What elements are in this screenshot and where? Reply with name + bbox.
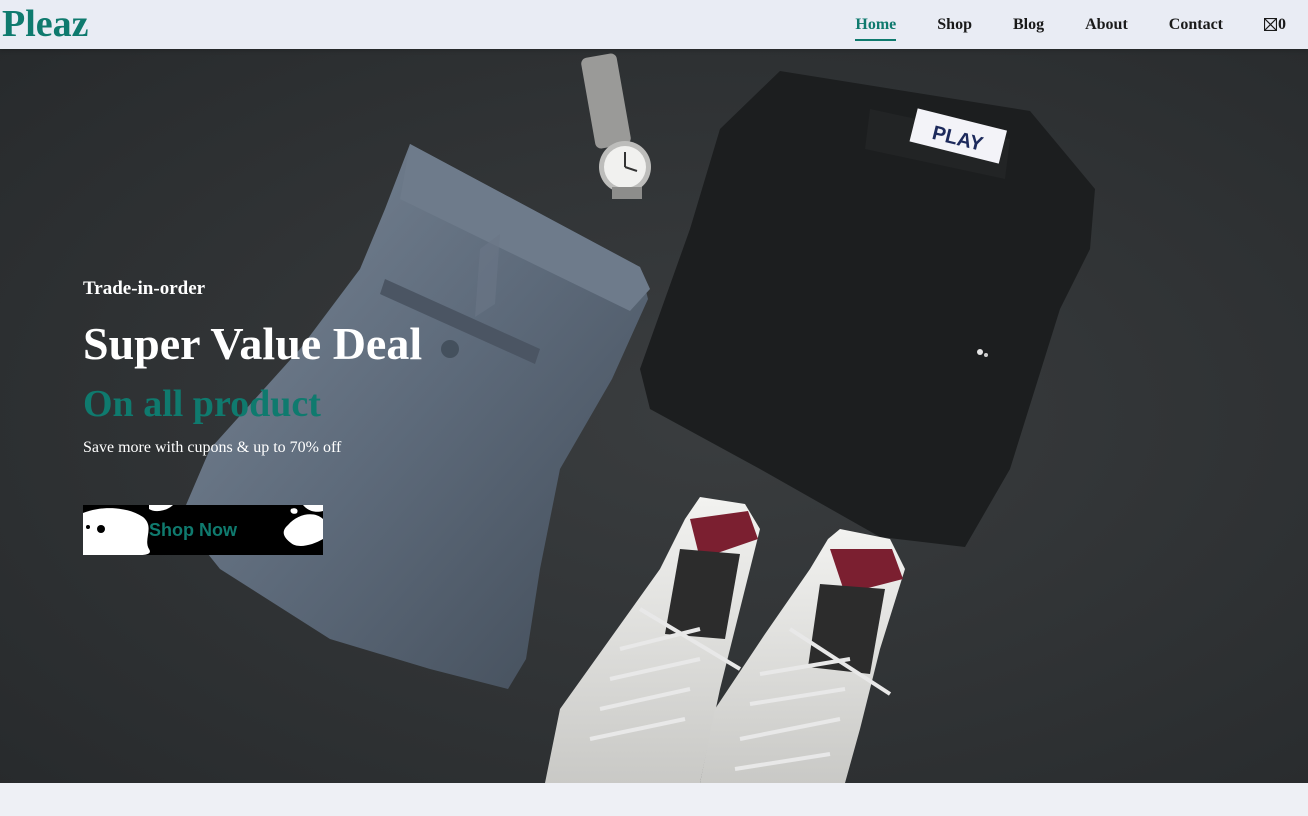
cart-count: 0 — [1278, 15, 1286, 33]
hero-banner: PLAY Trade-in-order Super Value Deal On … — [0, 49, 1308, 783]
cart-button[interactable]: 0 — [1264, 16, 1286, 34]
hero-description: Save more with cupons & up to 70% off — [83, 439, 342, 456]
shop-now-label: Shop Now — [149, 520, 237, 540]
shop-now-button[interactable]: Shop Now — [83, 505, 323, 555]
logo[interactable]: Pleaz — [2, 2, 89, 46]
nav-blog[interactable]: Blog — [1013, 15, 1044, 35]
nav-contact[interactable]: Contact — [1169, 15, 1223, 35]
page-bottom-strip — [0, 783, 1308, 816]
nav-shop[interactable]: Shop — [937, 15, 972, 35]
nav-home[interactable]: Home — [855, 15, 896, 41]
hero-subheadline: On all product — [83, 383, 321, 425]
hero-kicker: Trade-in-order — [83, 278, 206, 299]
navbar: Pleaz Home Shop Blog About Contact 0 — [0, 0, 1308, 49]
hero-text-block: Trade-in-order Super Value Deal On all p… — [83, 277, 422, 458]
shopping-bag-icon — [1264, 18, 1277, 31]
hero-headline: Super Value Deal — [83, 318, 423, 369]
nav-menu: Home Shop Blog About Contact 0 — [814, 0, 1286, 49]
nav-about[interactable]: About — [1085, 15, 1128, 35]
